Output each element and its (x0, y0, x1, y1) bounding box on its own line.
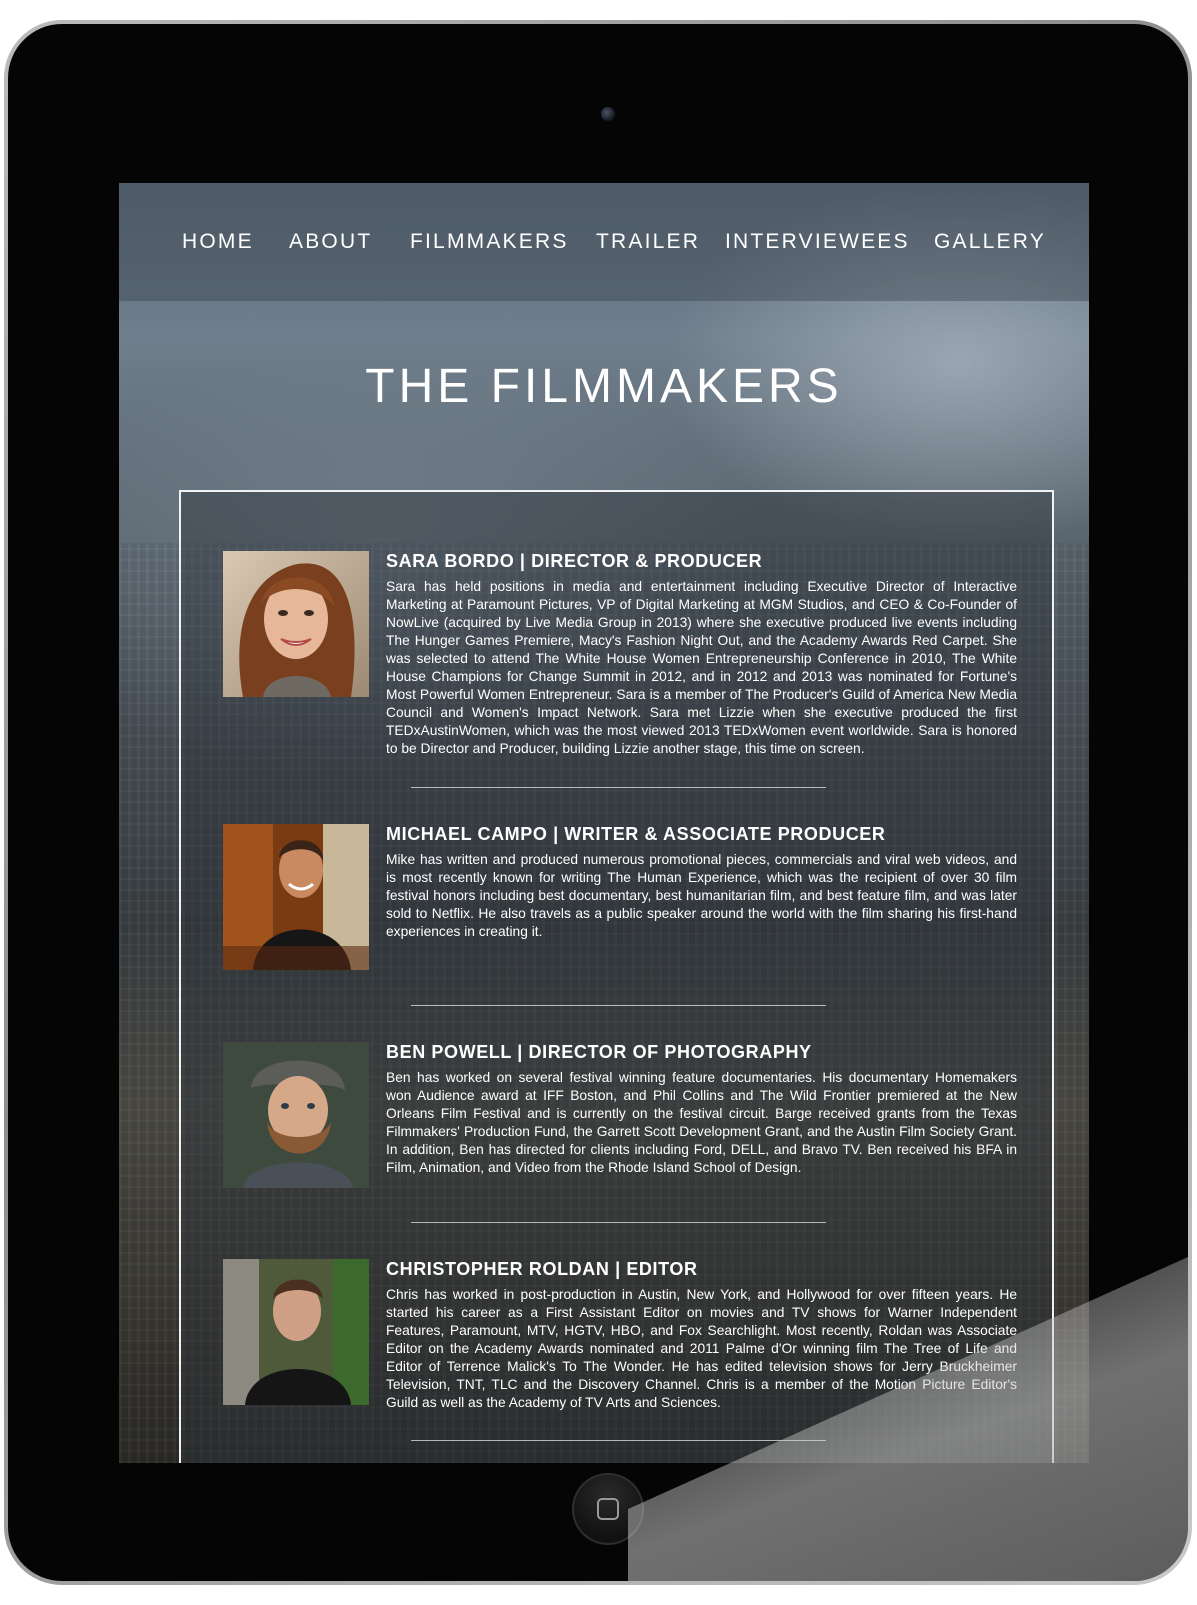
section-divider (411, 787, 826, 788)
front-camera-icon (601, 107, 615, 121)
filmmaker-name: BEN POWELL | DIRECTOR OF PHOTOGRAPHY (386, 1042, 812, 1062)
main-navigation: HOME ABOUT FILMMAKERS TRAILER INTERVIEWE… (119, 183, 1089, 301)
filmmaker-name: SARA BORDO | DIRECTOR & PRODUCER (386, 551, 763, 571)
nav-filmmakers-link[interactable]: FILMMAKERS (410, 230, 569, 254)
nav-gallery-link[interactable]: GALLERY (934, 230, 1046, 254)
filmmaker-name: MICHAEL CAMPO | WRITER & ASSOCIATE PRODU… (386, 824, 886, 844)
nav-about-link[interactable]: ABOUT (289, 230, 372, 254)
section-divider (411, 1222, 826, 1223)
home-square-icon (597, 1498, 619, 1520)
filmmaker-photo-ben-powell (223, 1042, 369, 1188)
section-divider (411, 1005, 826, 1006)
nav-home-link[interactable]: HOME (182, 230, 254, 254)
section-divider (411, 1440, 826, 1441)
filmmaker-photo-sara-bordo (223, 551, 369, 697)
page-title: THE FILMMAKERS (365, 360, 843, 413)
nav-interviewees-link[interactable]: INTERVIEWEES (725, 230, 910, 254)
filmmaker-bio: Ben has worked on several festival winni… (386, 1070, 1017, 1175)
filmmaker-photo-christopher-roldan (223, 1259, 369, 1405)
filmmaker-bio: Mike has written and produced numerous p… (386, 852, 1017, 939)
home-button[interactable] (572, 1473, 644, 1545)
filmmaker-bio: Sara has held positions in media and ent… (386, 579, 1017, 756)
filmmaker-name: CHRISTOPHER ROLDAN | EDITOR (386, 1259, 698, 1279)
website-screen: HOME ABOUT FILMMAKERS TRAILER INTERVIEWE… (119, 183, 1089, 1463)
filmmakers-panel: SARA BORDO | DIRECTOR & PRODUCER Sara ha… (179, 490, 1054, 1463)
filmmaker-bio: Chris has worked in post-production in A… (386, 1287, 1017, 1410)
nav-trailer-link[interactable]: TRAILER (596, 230, 700, 254)
filmmaker-photo-michael-campo (223, 824, 369, 970)
tablet-device-frame: HOME ABOUT FILMMAKERS TRAILER INTERVIEWE… (4, 20, 1192, 1585)
tablet-bezel: HOME ABOUT FILMMAKERS TRAILER INTERVIEWE… (8, 24, 1188, 1581)
